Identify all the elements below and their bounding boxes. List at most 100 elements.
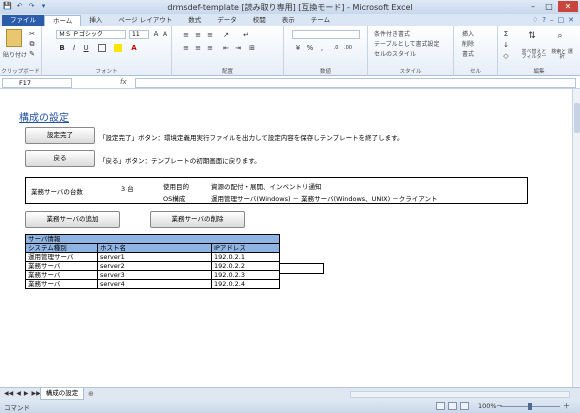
tab-team[interactable]: チーム [303,15,338,26]
percent-icon[interactable]: % [306,44,314,52]
workbook-minimize-icon[interactable]: – [550,16,554,24]
table-cell[interactable]: 192.0.2.4 [211,279,280,289]
prev-sheet-icon[interactable]: ◀ [16,390,21,397]
decrease-decimal-icon[interactable]: .00 [344,44,352,52]
increase-decimal-icon[interactable]: .0 [332,44,340,52]
tab-formulas[interactable]: 数式 [180,15,209,26]
close-button[interactable]: ✕ [558,1,578,12]
table-cell[interactable]: server1 [97,252,212,262]
font-name-box[interactable]: ＭＳ Ｐゴシック [56,30,126,39]
insert-cells-button[interactable]: 挿入 [462,29,474,38]
tab-view[interactable]: 表示 [274,15,303,26]
first-sheet-icon[interactable]: ◀◀ [4,390,13,397]
zoom-in-icon[interactable]: ＋ [563,401,570,411]
zoom-level[interactable]: 100% [478,402,497,410]
tab-data[interactable]: データ [209,15,245,26]
table-cell[interactable]: 192.0.2.1 [211,252,280,262]
underline-icon[interactable]: U [82,44,90,52]
font-size-box[interactable]: 11 [129,30,149,39]
align-bottom-icon[interactable]: ≡ [206,31,214,39]
add-server-button[interactable]: 業務サーバの追加 [25,211,120,228]
table-cell[interactable]: 192.0.2.3 [211,270,280,280]
autosum-icon[interactable]: Σ [502,30,510,38]
decrease-indent-icon[interactable]: ⇤ [222,44,230,52]
format-as-table-button[interactable]: テーブルとして書式設定 [374,39,439,48]
conditional-format-button[interactable]: 条件付き書式 [374,29,410,38]
clear-icon[interactable]: ◇ [502,52,510,60]
next-sheet-icon[interactable]: ▶ [24,390,29,397]
align-right-icon[interactable]: ≡ [206,44,214,52]
page-break-view-icon[interactable] [460,402,469,410]
shrink-font-icon[interactable]: A [161,31,169,39]
fill-icon[interactable]: ↓ [502,41,510,49]
table-cell[interactable]: server4 [97,279,212,289]
maximize-button[interactable]: □ [542,1,556,12]
remove-server-button[interactable]: 業務サーバの削除 [150,211,245,228]
align-center-icon[interactable]: ≡ [194,44,202,52]
ribbon-minimize-icon[interactable]: ♢ [532,16,538,24]
back-button[interactable]: 戻る [25,150,95,167]
help-icon[interactable]: ? [542,16,546,24]
align-top-icon[interactable]: ≡ [182,31,190,39]
table-cell[interactable]: 業務サーバ [25,261,98,271]
normal-view-icon[interactable] [436,402,445,410]
copy-icon[interactable]: ⧉ [28,40,36,48]
paste-button[interactable]: 貼り付け [3,50,27,59]
table-cell[interactable]: 運用管理サーバ [25,252,98,262]
tab-insert[interactable]: 挿入 [81,15,110,26]
bold-icon[interactable]: B [58,44,66,52]
vertical-scrollbar[interactable] [572,89,580,387]
tab-file[interactable]: ファイル [2,15,44,26]
insert-function-icon[interactable]: fx [120,78,127,86]
table-cell[interactable]: server2 [97,261,212,271]
workbook-restore-icon[interactable]: □ [558,16,565,24]
find-select-icon[interactable]: ⌕ [556,32,564,41]
table-cell[interactable]: 業務サーバ [25,270,98,280]
worksheet[interactable]: 構成の設定 設定完了 「設定完了」ボタン：環境定義用実行ファイルを出力して設定内… [0,89,572,387]
tab-page-layout[interactable]: ページ レイアウト [110,15,180,26]
format-painter-icon[interactable]: ✎ [28,50,36,58]
orientation-icon[interactable]: ↗ [222,31,230,39]
scrollbar-thumb[interactable] [574,103,580,133]
horizontal-scrollbar[interactable] [350,391,570,398]
format-cells-button[interactable]: 書式 [462,49,474,58]
selected-cell[interactable] [279,263,324,274]
workbook-close-icon[interactable]: ✕ [568,16,574,24]
tab-review[interactable]: 校閲 [245,15,274,26]
paste-icon[interactable] [6,29,22,47]
zoom-slider[interactable] [500,403,560,410]
cut-icon[interactable]: ✂ [28,30,36,38]
table-cell[interactable]: server3 [97,270,212,280]
tab-home[interactable]: ホーム [44,15,82,26]
align-left-icon[interactable]: ≡ [182,44,190,52]
sort-filter-button[interactable]: 並べ替えと フィルター [520,50,548,60]
align-middle-icon[interactable]: ≡ [194,31,202,39]
fill-color-icon[interactable] [114,44,122,52]
name-box[interactable]: F17 [2,78,72,88]
page-layout-view-icon[interactable] [448,402,457,410]
table-cell[interactable]: 192.0.2.2 [211,261,280,271]
minimize-button[interactable]: – [526,1,540,12]
sheet-tab-active[interactable]: 構成の設定 [40,388,84,400]
borders-icon[interactable] [98,44,106,52]
find-select-button[interactable]: 検索と 選択 [550,50,574,60]
delete-cells-button[interactable]: 削除 [462,39,474,48]
formula-input[interactable] [135,78,576,88]
wrap-text-icon[interactable]: ↵ [242,31,250,39]
zoom-slider-knob[interactable] [528,403,532,410]
insert-sheet-icon[interactable]: ⊕ [88,390,94,398]
number-format-box[interactable] [292,30,360,39]
settings-complete-button[interactable]: 設定完了 [25,127,95,144]
cell-styles-button[interactable]: セルのスタイル [374,49,416,58]
table-header: IPアドレス [211,243,280,253]
table-cell[interactable]: 業務サーバ [25,279,98,289]
sort-filter-icon[interactable]: ⇅ [528,32,536,41]
currency-icon[interactable]: ¥ [294,44,302,52]
comma-icon[interactable]: , [318,44,326,52]
italic-icon[interactable]: I [70,44,78,52]
font-color-icon[interactable]: A [130,44,138,52]
grow-font-icon[interactable]: A [152,30,160,38]
increase-indent-icon[interactable]: ⇥ [234,44,242,52]
merge-center-icon[interactable]: ⊞ [248,44,256,52]
settings-complete-description: 「設定完了」ボタン：環境定義用実行ファイルを出力して設定内容を保存しテンプレート… [99,134,404,142]
